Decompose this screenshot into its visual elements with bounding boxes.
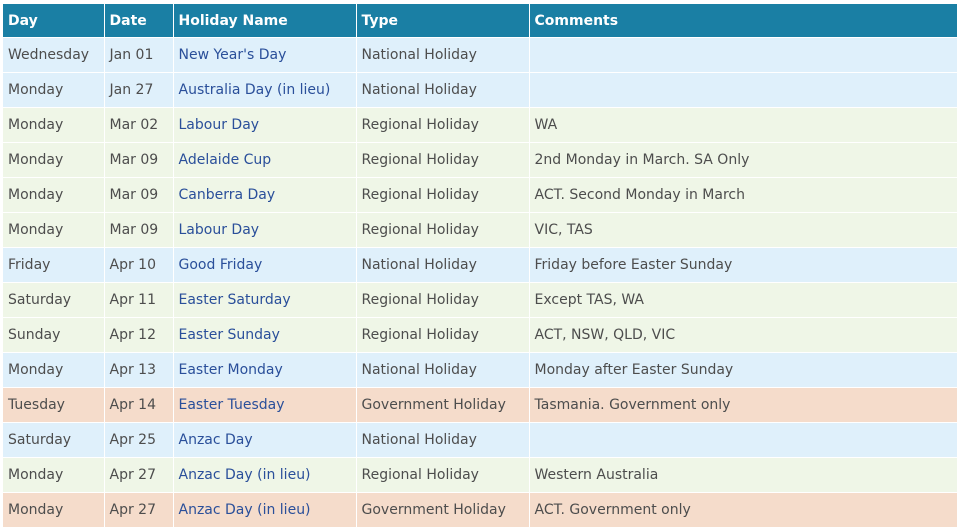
cell-day: Tuesday bbox=[3, 387, 105, 423]
cell-date: Apr 13 bbox=[104, 352, 174, 388]
cell-date: Mar 02 bbox=[104, 107, 174, 143]
cell-holiday-name[interactable]: Labour Day bbox=[173, 107, 357, 143]
cell-type: National Holiday bbox=[356, 422, 530, 458]
cell-comments: Friday before Easter Sunday bbox=[529, 247, 957, 283]
cell-day: Monday bbox=[3, 212, 105, 248]
cell-holiday-name[interactable]: Easter Sunday bbox=[173, 317, 357, 353]
cell-date: Mar 09 bbox=[104, 212, 174, 248]
cell-holiday-name[interactable]: Adelaide Cup bbox=[173, 142, 357, 178]
cell-date: Apr 11 bbox=[104, 282, 174, 318]
cell-type: Regional Holiday bbox=[356, 177, 530, 213]
cell-holiday-name[interactable]: Easter Tuesday bbox=[173, 387, 357, 423]
cell-type: National Holiday bbox=[356, 37, 530, 73]
cell-holiday-name[interactable]: Anzac Day (in lieu) bbox=[173, 457, 357, 493]
cell-comments: VIC, TAS bbox=[529, 212, 957, 248]
cell-holiday-name[interactable]: Anzac Day (in lieu) bbox=[173, 492, 357, 528]
cell-type: Regional Holiday bbox=[356, 142, 530, 178]
cell-type: National Holiday bbox=[356, 247, 530, 283]
cell-date: Mar 09 bbox=[104, 177, 174, 213]
cell-day: Monday bbox=[3, 107, 105, 143]
table-row: Tuesday Apr 14 Easter Tuesday Government Ho… bbox=[3, 387, 957, 423]
cell-comments: ACT. Government only bbox=[529, 492, 957, 528]
table-row: Monday Apr 13 Easter Monday National Holida… bbox=[3, 352, 957, 388]
cell-holiday-name[interactable]: Good Friday bbox=[173, 247, 357, 283]
cell-day: Monday bbox=[3, 142, 105, 178]
table-row: Monday Mar 09 Canberra Day Regional Holiday… bbox=[3, 177, 957, 213]
cell-day: Monday bbox=[3, 352, 105, 388]
cell-type: Regional Holiday bbox=[356, 282, 530, 318]
cell-date: Apr 27 bbox=[104, 457, 174, 493]
table-row: Wednesday Jan 01 New Year's Day National Ho… bbox=[3, 37, 957, 73]
cell-type: Regional Holiday bbox=[356, 317, 530, 353]
cell-comments: Monday after Easter Sunday bbox=[529, 352, 957, 388]
cell-type: Regional Holiday bbox=[356, 212, 530, 248]
table-body: Wednesday Jan 01 New Year's Day National Ho… bbox=[3, 37, 957, 528]
cell-day: Monday bbox=[3, 177, 105, 213]
cell-day: Monday bbox=[3, 72, 105, 108]
column-header-holiday-name: Holiday Name bbox=[173, 4, 357, 38]
cell-holiday-name[interactable]: Easter Saturday bbox=[173, 282, 357, 318]
cell-type: Regional Holiday bbox=[356, 107, 530, 143]
cell-comments: 2nd Monday in March. SA Only bbox=[529, 142, 957, 178]
cell-date: Apr 12 bbox=[104, 317, 174, 353]
table-row: Monday Jan 27 Australia Day (in lieu) Natio… bbox=[3, 72, 957, 108]
cell-holiday-name[interactable]: Canberra Day bbox=[173, 177, 357, 213]
cell-comments: ACT. Second Monday in March bbox=[529, 177, 957, 213]
cell-comments bbox=[529, 72, 957, 108]
cell-holiday-name[interactable]: Labour Day bbox=[173, 212, 357, 248]
cell-day: Monday bbox=[3, 492, 105, 528]
table-row: Monday Apr 27 Anzac Day (in lieu) Governmen… bbox=[3, 492, 957, 528]
cell-day: Friday bbox=[3, 247, 105, 283]
table-row: Monday Mar 09 Adelaide Cup Regional Holiday… bbox=[3, 142, 957, 178]
cell-comments: Except TAS, WA bbox=[529, 282, 957, 318]
table-row: Saturday Apr 11 Easter Saturday Regional Ho… bbox=[3, 282, 957, 318]
cell-type: National Holiday bbox=[356, 352, 530, 388]
cell-date: Jan 01 bbox=[104, 37, 174, 73]
cell-date: Apr 25 bbox=[104, 422, 174, 458]
cell-day: Wednesday bbox=[3, 37, 105, 73]
cell-holiday-name[interactable]: Easter Monday bbox=[173, 352, 357, 388]
cell-holiday-name[interactable]: Australia Day (in lieu) bbox=[173, 72, 357, 108]
cell-comments bbox=[529, 422, 957, 458]
cell-date: Mar 09 bbox=[104, 142, 174, 178]
cell-date: Apr 14 bbox=[104, 387, 174, 423]
column-header-comments: Comments bbox=[529, 4, 957, 38]
table-row: Friday Apr 10 Good Friday National Holiday F… bbox=[3, 247, 957, 283]
cell-type: Regional Holiday bbox=[356, 457, 530, 493]
cell-date: Jan 27 bbox=[104, 72, 174, 108]
cell-date: Apr 27 bbox=[104, 492, 174, 528]
cell-day: Saturday bbox=[3, 282, 105, 318]
table-row: Monday Mar 02 Labour Day Regional Holiday WA bbox=[3, 107, 957, 143]
table-row: Sunday Apr 12 Easter Sunday Regional Holida… bbox=[3, 317, 957, 353]
column-header-day: Day bbox=[3, 4, 105, 38]
cell-type: National Holiday bbox=[356, 72, 530, 108]
cell-comments: Western Australia bbox=[529, 457, 957, 493]
cell-day: Saturday bbox=[3, 422, 105, 458]
holiday-table: Day Date Holiday Name Type Comments Wedn… bbox=[3, 4, 957, 528]
column-header-type: Type bbox=[356, 4, 530, 38]
cell-comments bbox=[529, 37, 957, 73]
cell-date: Apr 10 bbox=[104, 247, 174, 283]
cell-comments: Tasmania. Government only bbox=[529, 387, 957, 423]
column-header-date: Date bbox=[104, 4, 174, 38]
cell-holiday-name[interactable]: Anzac Day bbox=[173, 422, 357, 458]
cell-type: Government Holiday bbox=[356, 492, 530, 528]
cell-comments: ACT, NSW, QLD, VIC bbox=[529, 317, 957, 353]
cell-day: Monday bbox=[3, 457, 105, 493]
table-header: Day Date Holiday Name Type Comments bbox=[3, 4, 957, 38]
header-row: Day Date Holiday Name Type Comments bbox=[3, 4, 957, 38]
cell-holiday-name[interactable]: New Year's Day bbox=[173, 37, 357, 73]
table-row: Monday Mar 09 Labour Day Regional Holiday VI… bbox=[3, 212, 957, 248]
cell-type: Government Holiday bbox=[356, 387, 530, 423]
cell-day: Sunday bbox=[3, 317, 105, 353]
table-row: Monday Apr 27 Anzac Day (in lieu) Regional … bbox=[3, 457, 957, 493]
holiday-table-container: Day Date Holiday Name Type Comments Wedn… bbox=[3, 4, 957, 528]
cell-comments: WA bbox=[529, 107, 957, 143]
table-row: Saturday Apr 25 Anzac Day National Holiday bbox=[3, 422, 957, 458]
